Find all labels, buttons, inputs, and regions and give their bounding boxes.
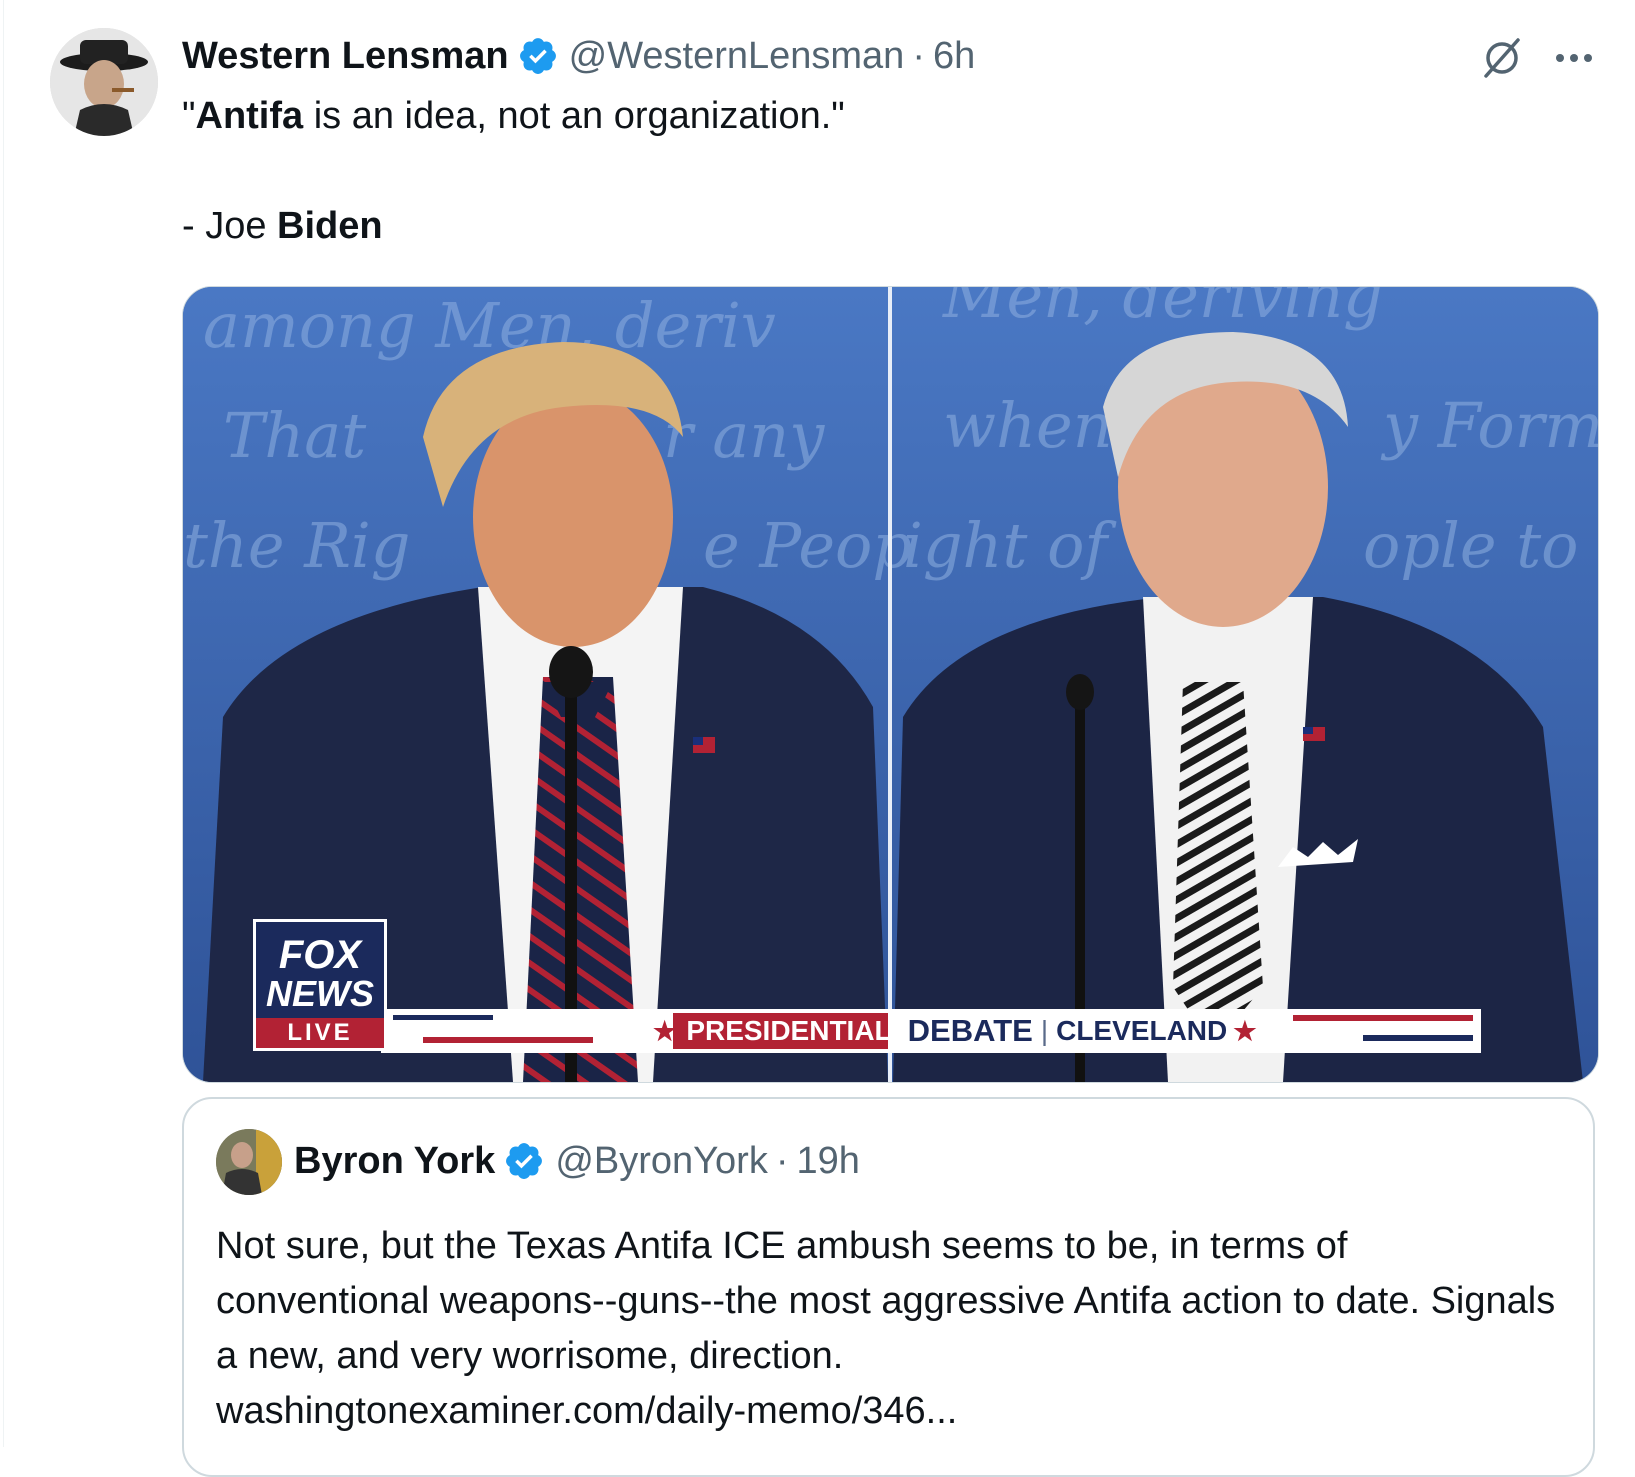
verified-badge-icon[interactable] <box>517 35 559 77</box>
tweet-text-line2-prefix: - Joe <box>182 205 278 247</box>
author-handle[interactable]: @WesternLensman <box>569 35 905 78</box>
open-quote: " <box>182 95 196 137</box>
bold-biden: Biden <box>277 205 383 247</box>
fox-news-logo: FOX NEWS LIVE <box>253 919 387 1051</box>
tweet-media-image[interactable]: among Men, deriv That the Rig r any e Pe… <box>182 286 1599 1083</box>
tweet-text-line1-rest: is an idea, not an organization." <box>303 95 845 137</box>
svg-text:r any: r any <box>663 399 825 472</box>
svg-text:y Form: y Form <box>1380 389 1598 462</box>
banner-star-left: ★ <box>653 1015 677 1046</box>
grok-icon[interactable] <box>1478 34 1526 82</box>
svg-text:That: That <box>223 399 366 472</box>
verified-badge-icon[interactable] <box>503 1140 545 1182</box>
tweet-time[interactable]: 6h <box>933 35 975 78</box>
tweet-text: "Antifa is an idea, not an organization.… <box>182 88 1582 254</box>
quoted-author-name[interactable]: Byron York <box>294 1140 495 1183</box>
quoted-tweet-body: Not sure, but the Texas Antifa ICE ambus… <box>216 1225 1556 1377</box>
bold-antifa: Antifa <box>195 95 304 137</box>
page-left-border <box>3 0 4 1447</box>
banner-debate: DEBATE <box>907 1013 1033 1048</box>
quoted-tweet-text: Not sure, but the Texas Antifa ICE ambus… <box>216 1219 1566 1439</box>
svg-text:Men, deriving: Men, deriving <box>942 287 1383 332</box>
fox-logo-line1: FOX <box>278 933 362 977</box>
quoted-tweet-card[interactable]: Byron York @ByronYork · 19h Not sure, bu… <box>182 1097 1595 1477</box>
more-options-icon[interactable] <box>1552 36 1596 80</box>
svg-text:the Rig: the Rig <box>183 509 410 582</box>
tweet-text-line2: - Joe Biden <box>182 198 1582 254</box>
separator-dot: · <box>912 34 925 77</box>
svg-text:among Men, deriv: among Men, deriv <box>203 289 776 362</box>
svg-text:e Peop: e Peop <box>703 509 912 582</box>
fox-logo-line3: LIVE <box>256 1018 384 1048</box>
quoted-author-handle[interactable]: @ByronYork <box>555 1140 768 1183</box>
banner-cleveland: CLEVELAND <box>1056 1015 1228 1046</box>
author-name[interactable]: Western Lensman <box>182 35 509 78</box>
svg-text:ople to: ople to <box>1363 509 1579 582</box>
tweet-header: Western Lensman @WesternLensman · 6h <box>182 28 975 84</box>
quoted-tweet-time[interactable]: 19h <box>796 1140 859 1183</box>
debate-banner: ★ PRESIDENTIAL DEBATE | CLEVELAND ★ <box>653 1013 1257 1049</box>
quoted-tweet-link[interactable]: washingtonexaminer.com/daily-memo/346... <box>216 1390 957 1432</box>
quoted-author-avatar[interactable] <box>216 1129 282 1195</box>
banner-star-right: ★ <box>1233 1015 1257 1046</box>
banner-presidential: PRESIDENTIAL <box>686 1015 892 1046</box>
author-avatar[interactable] <box>50 28 158 136</box>
svg-text:ight of: ight of <box>903 509 1117 582</box>
banner-separator: | <box>1040 1015 1049 1046</box>
separator-dot: · <box>775 1139 789 1182</box>
fox-logo-line2: NEWS <box>266 973 374 1014</box>
quoted-tweet-header: Byron York @ByronYork · 19h <box>294 1131 860 1191</box>
debate-screenshot: among Men, deriv That the Rig r any e Pe… <box>183 287 1598 1082</box>
tweet-text-line1: "Antifa is an idea, not an organization.… <box>182 88 1582 144</box>
